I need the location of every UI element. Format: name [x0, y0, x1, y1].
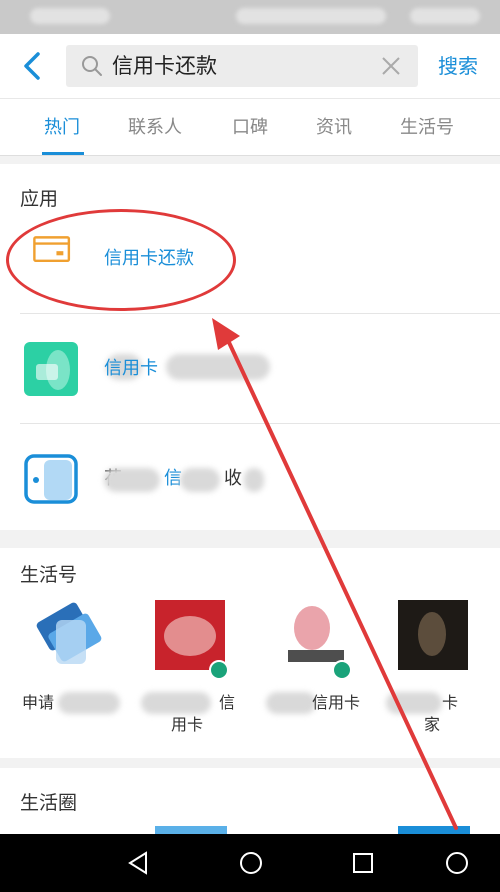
card-stack-icon [36, 602, 102, 664]
tab-news[interactable]: 资讯 [316, 99, 352, 157]
app-blue-icon [24, 454, 78, 504]
bank-logo-dark-icon [398, 600, 468, 670]
section-title: 生活圈 [20, 792, 78, 814]
blurred-text [141, 692, 211, 714]
category-tabs: 热门 联系人 口碑 资讯 生活号 [0, 98, 500, 156]
life-account-name-line2: 家 [424, 715, 441, 734]
blurred-text [266, 692, 316, 714]
blurred-text [58, 692, 120, 714]
tab-life-account[interactable]: 生活号 [400, 99, 454, 157]
status-blur [30, 8, 110, 24]
tab-koubei[interactable]: 口碑 [232, 99, 268, 157]
life-account-name-line2: 用卡 [171, 715, 204, 734]
blurred-text [104, 468, 160, 492]
app-green-icon [24, 342, 78, 396]
annotation-ellipse [6, 209, 236, 311]
app-label-suffix: 收 [224, 468, 242, 489]
app-item-credit[interactable]: 信用卡 [0, 314, 500, 424]
status-bar [0, 0, 500, 34]
tab-contacts[interactable]: 联系人 [128, 99, 182, 157]
app-item-blurred[interactable]: 花 信 收 [0, 424, 500, 534]
active-tab-indicator [42, 152, 84, 155]
app-label: 信用卡 [104, 358, 158, 379]
verified-badge-icon [332, 660, 352, 680]
life-circle-section: 生活圈 [0, 768, 500, 834]
status-blur [236, 8, 386, 24]
bank-logo-red-icon [155, 600, 225, 670]
search-query-text: 信用卡还款 [112, 54, 217, 78]
search-button[interactable]: 搜索 [438, 34, 478, 98]
system-nav-bar [0, 834, 500, 892]
back-arrow-icon[interactable] [16, 48, 50, 84]
back-icon[interactable] [126, 850, 152, 876]
close-icon[interactable] [380, 55, 402, 77]
search-header: 信用卡还款 搜索 [0, 34, 500, 98]
verified-badge-icon [209, 660, 229, 680]
section-title: 生活号 [20, 564, 78, 586]
assistant-icon[interactable] [444, 850, 470, 876]
search-input[interactable]: 信用卡还款 [66, 45, 418, 87]
life-account-name: 信 [219, 693, 236, 712]
search-icon [82, 56, 102, 76]
blurred-text [244, 468, 264, 492]
life-account-name: 卡 [442, 693, 459, 712]
blurred-text [386, 692, 442, 714]
status-blur [410, 8, 480, 24]
life-account-name: 信用卡 [312, 693, 361, 712]
circle-thumb [155, 826, 227, 834]
blurred-text [166, 354, 270, 380]
life-account-name: 申请 [22, 693, 55, 712]
home-icon[interactable] [238, 850, 264, 876]
tab-hot[interactable]: 热门 [44, 99, 80, 157]
recent-apps-icon[interactable] [350, 850, 376, 876]
blurred-text [180, 468, 220, 492]
circle-thumb [398, 826, 470, 834]
